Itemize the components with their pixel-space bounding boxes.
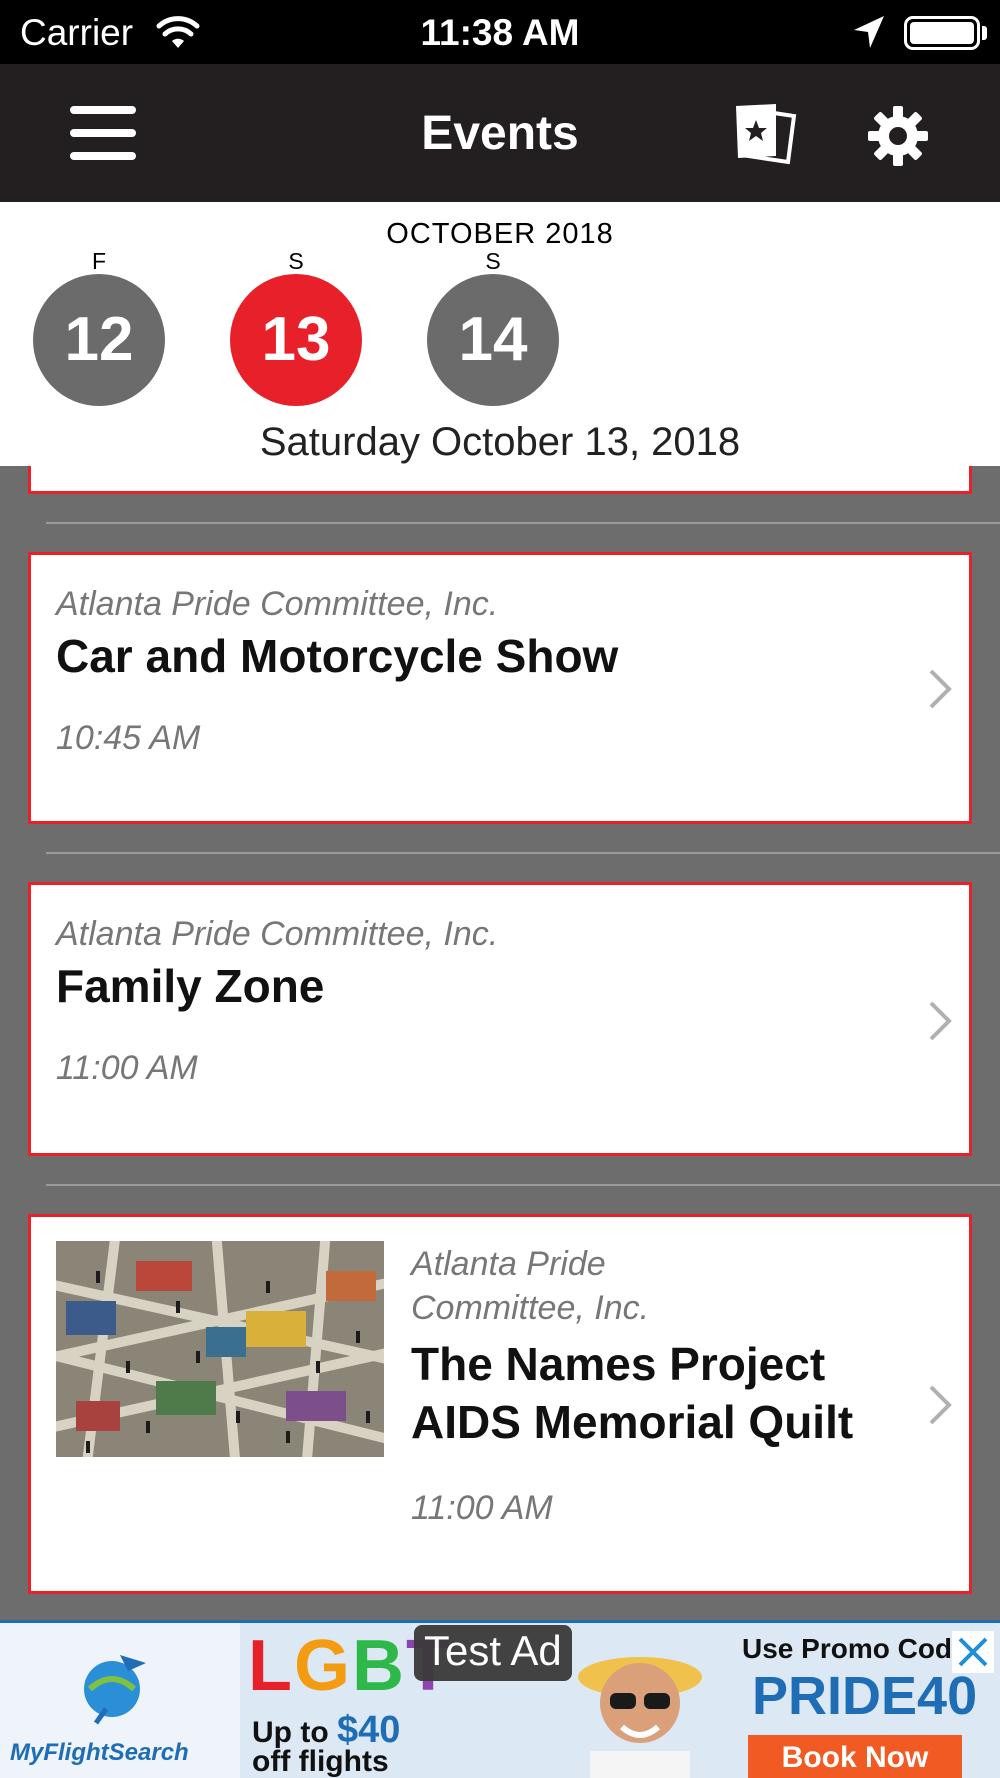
ad-logo: MyFlightSearch [0,1623,240,1778]
event-name-line2: AIDS Memorial Quilt [411,1396,854,1448]
event-card-partial[interactable] [28,466,972,494]
tickets-icon[interactable] [732,102,802,166]
nav-bar: Events [0,64,1000,202]
location-arrow-icon [854,16,884,48]
event-card[interactable]: Atlanta Pride Committee, Inc. The Names … [28,1214,972,1594]
event-org-line2: Committee, Inc. [411,1289,650,1327]
event-thumbnail [56,1241,384,1457]
day-12[interactable]: F 12 [33,248,165,406]
ad-person-image [578,1657,702,1778]
day-number[interactable]: 14 [427,274,559,406]
day-13[interactable]: S 13 [230,248,362,406]
list-separator [46,522,1000,524]
list-separator [46,1184,1000,1186]
globe-plane-icon [84,1655,146,1725]
day-of-week: S [485,248,501,274]
month-label: OCTOBER 2018 [386,218,614,250]
status-time: 11:38 AM [420,12,580,53]
status-bar: Carrier 11:38 AM [0,0,1000,64]
ad-banner[interactable]: MyFlightSearch LGBT Up to $40 off flight… [0,1620,1000,1778]
day-number[interactable]: 12 [33,274,165,406]
chevron-right-icon [929,669,952,709]
event-name: Car and Motorcycle Show [56,630,619,682]
event-time: 10:45 AM [56,719,201,757]
ad-promo-text: Use Promo Cod [742,1633,953,1664]
list-separator [46,852,1000,854]
event-org-line1: Atlanta Pride [411,1245,606,1283]
event-name-line1: The Names Project [411,1338,826,1390]
event-org: Atlanta Pride Committee, Inc. [56,585,499,623]
day-of-week: F [91,248,107,274]
event-card[interactable]: Atlanta Pride Committee, Inc. Family Zon… [28,882,972,1156]
selected-date-label: Saturday October 13, 2018 [259,420,741,464]
event-time: 11:00 AM [56,1049,198,1087]
gear-icon[interactable] [866,104,930,168]
day-of-week: S [288,248,304,274]
event-time: 11:00 AM [411,1489,553,1527]
event-list[interactable]: Atlanta Pride Committee, Inc. Car and Mo… [0,466,1000,1620]
event-card[interactable]: Atlanta Pride Committee, Inc. Car and Mo… [28,552,972,824]
event-org: Atlanta Pride Committee, Inc. [56,915,499,953]
event-name: Family Zone [56,960,325,1012]
ad-off-flights: off flights [252,1745,389,1778]
close-icon[interactable] [952,1631,994,1673]
chevron-right-icon [929,1001,952,1041]
chevron-right-icon [929,1385,952,1425]
ad-promo-code: PRIDE40 [752,1666,978,1726]
test-ad-badge: Test Ad [414,1625,572,1681]
battery-tip [982,26,987,40]
day-14[interactable]: S 14 [427,248,559,406]
day-number-selected[interactable]: 13 [230,274,362,406]
book-now-button[interactable]: Book Now [748,1735,962,1778]
ad-brand: MyFlightSearch [10,1739,189,1766]
page-title: Events [421,107,579,160]
date-picker: OCTOBER 2018 F 12 S 13 S 14 Saturday Oct… [0,202,1000,466]
battery-icon [904,16,980,50]
